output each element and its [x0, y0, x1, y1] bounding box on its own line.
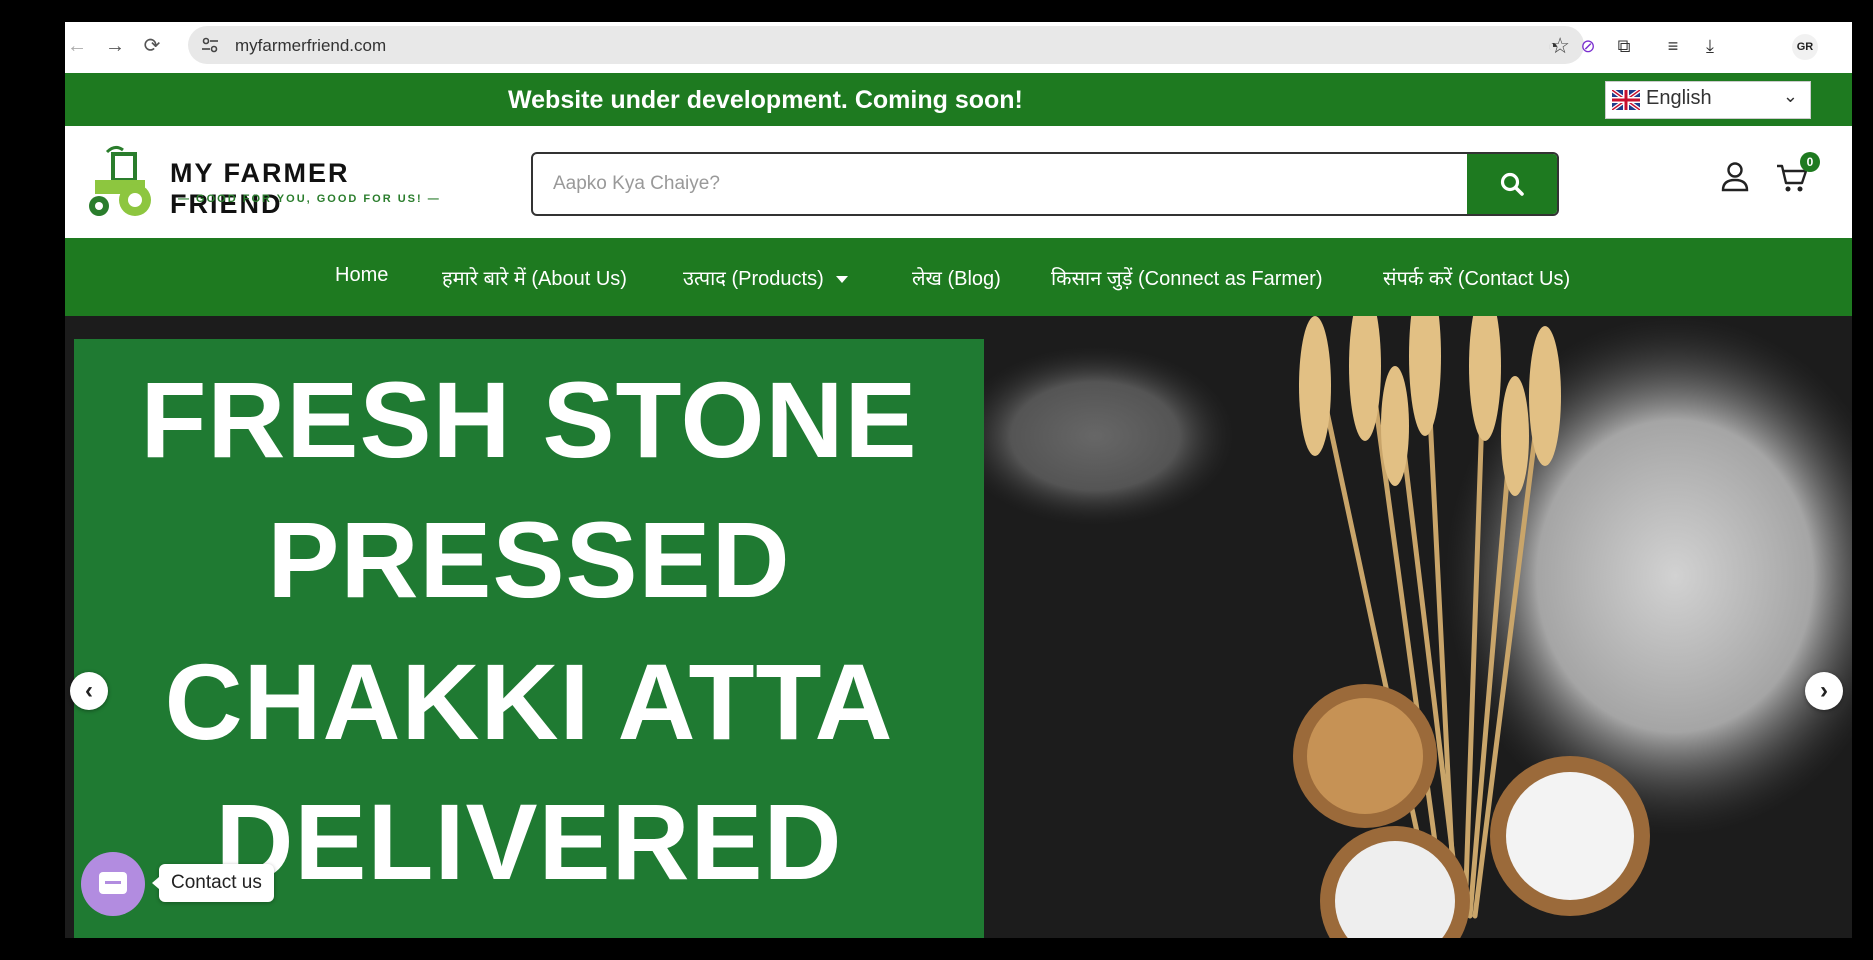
nav-item-products-label: उत्पाद (Products) — [683, 268, 824, 290]
search-icon — [1500, 172, 1524, 196]
back-icon[interactable]: ← — [65, 34, 89, 58]
language-label: English — [1646, 87, 1712, 109]
hero-slider: FRESH STONE PRESSED CHAKKI ATTA DELIVERE… — [65, 316, 1852, 938]
user-account-icon[interactable] — [1720, 160, 1750, 194]
brand-tagline: — GOOD FOR YOU, GOOD FOR US! — — [178, 193, 441, 205]
nav-item-home[interactable]: Home — [335, 264, 388, 287]
blocker-extension-icon[interactable]: ⊘ — [1576, 34, 1600, 58]
announcement-text: Website under development. Coming soon! — [508, 86, 1023, 114]
nav-item-products[interactable]: उत्पाद (Products) — [683, 264, 848, 291]
hero-headline-line-1: FRESH STONE — [140, 359, 918, 480]
brand-name: MY FARMER FRIEND — [170, 158, 350, 219]
chevron-down-icon: ⌄ — [1782, 86, 1798, 106]
site-header: MY FARMER FRIEND — GOOD FOR YOU, GOOD FO… — [65, 126, 1852, 238]
nav-item-contact[interactable]: संपर्क करें (Contact Us) — [1383, 264, 1570, 291]
language-selector[interactable]: English ⌄ — [1605, 81, 1811, 119]
contact-chat-button[interactable] — [81, 852, 145, 916]
profile-avatar[interactable]: GR — [1792, 34, 1818, 60]
nav-item-blog[interactable]: लेख (Blog) — [912, 264, 1001, 291]
reload-icon[interactable]: ⟳ — [140, 34, 164, 58]
search-bar — [531, 152, 1559, 216]
slider-next-arrow-icon[interactable]: › — [1805, 672, 1843, 710]
site-settings-icon[interactable] — [200, 35, 220, 55]
speed-dial-icon[interactable]: ◔ — [1541, 34, 1565, 58]
search-input[interactable] — [533, 154, 1493, 214]
uk-flag-icon — [1612, 90, 1640, 110]
search-button[interactable] — [1467, 154, 1557, 214]
slider-prev-arrow-icon[interactable]: ‹ — [70, 672, 108, 710]
extensions-puzzle-icon[interactable]: ⧉ — [1612, 34, 1636, 58]
tractor-logo-icon — [89, 145, 151, 216]
caret-down-icon — [835, 276, 848, 284]
download-icon[interactable]: ⤓ — [1698, 34, 1722, 58]
main-navigation: Home हमारे बारे में (About Us) उत्पाद (P… — [65, 238, 1852, 316]
device-frame: ← → ⟳ myfarmerfriend.com ☆ ◔ ⊘ ⧉ ≡ ⤓ GR … — [22, 0, 1852, 958]
browser-toolbar: ← → ⟳ myfarmerfriend.com ☆ ◔ ⊘ ⧉ ≡ ⤓ GR — [65, 22, 1852, 72]
hero-headline-line-2: PRESSED — [267, 499, 791, 620]
nav-item-about[interactable]: हमारे बारे में (About Us) — [442, 264, 627, 291]
hero-headline-line-3: CHAKKI ATTA — [164, 641, 894, 762]
nav-item-connect-farmer[interactable]: किसान जुड़ें (Connect as Farmer) — [1051, 264, 1323, 291]
url-text[interactable]: myfarmerfriend.com — [235, 36, 386, 56]
announcement-bar: Website under development. Coming soon! … — [65, 73, 1852, 126]
address-bar[interactable]: myfarmerfriend.com ☆ — [188, 26, 1584, 64]
contact-us-label[interactable]: Contact us — [152, 864, 274, 902]
browser-window: ← → ⟳ myfarmerfriend.com ☆ ◔ ⊘ ⧉ ≡ ⤓ GR … — [65, 22, 1852, 938]
site-logo[interactable]: MY FARMER FRIEND — GOOD FOR YOU, GOOD FO… — [85, 142, 465, 222]
forward-icon[interactable]: → — [103, 34, 127, 58]
cart-count-badge: 0 — [1800, 152, 1820, 172]
media-playlist-icon[interactable]: ≡ — [1661, 34, 1685, 58]
chat-bubble-icon — [99, 872, 127, 894]
